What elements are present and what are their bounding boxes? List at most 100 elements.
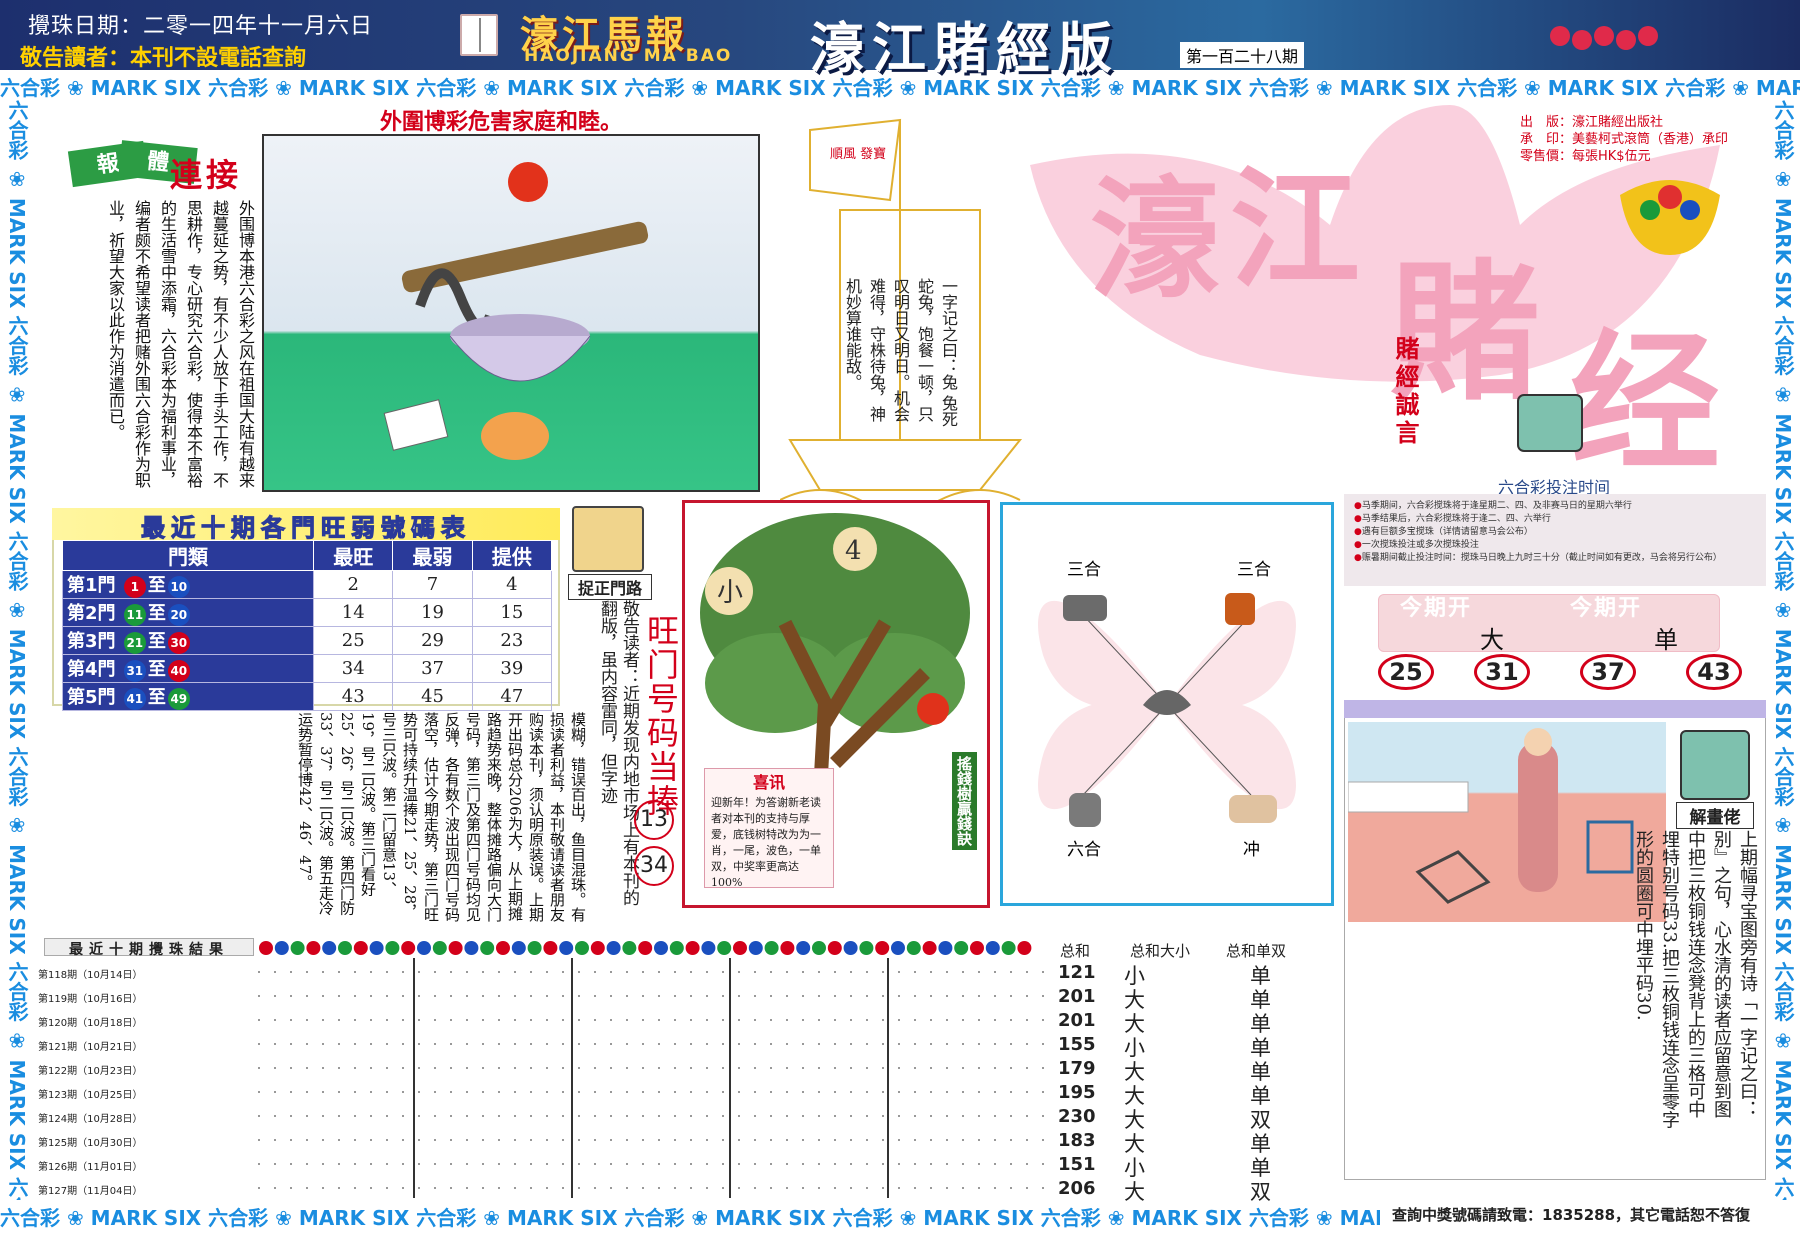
size-value: 大 [1124,1180,1145,1204]
number-ball-icon [590,941,605,955]
table-row: 第1門 1 至 10 2 7 4 [61,570,553,599]
printer-line: 承 印：美藝柯式滾筒（香港）承印 [1520,132,1729,147]
number-ball-icon [796,941,811,955]
gate-cell: 第4門 31 至 40 [61,654,315,683]
number-ball-icon [654,941,668,955]
section-label: 解畫佬 [1676,802,1754,829]
number-ball-icon [733,941,747,955]
hand-icon [572,506,644,572]
hot-numbers-title: 旺门号码当捧 [642,614,680,818]
bet-time-box: 马季期间，六合彩搅珠将于逢星期二、四、及非赛马日的星期六举行 马季结果后，六合彩… [1344,494,1766,586]
rooster-icon [1225,593,1255,625]
tree-char: 小 [717,578,743,608]
number-ball-icon [954,941,969,955]
period-label: 第127期（11月04日） [38,1186,143,1197]
number-ball-icon [274,941,289,955]
tip-number: 25 [1378,654,1434,690]
number-ball-icon [480,941,495,955]
bet-time-line: 马季期间，六合彩搅珠将于逢星期二、四、及非赛马日的星期六举行 [1354,500,1756,513]
number-ball-icon [906,941,921,955]
hot-cell: 34 [313,654,394,683]
number-ball-icon [812,941,826,955]
weak-cell: 29 [392,626,473,655]
number-ball-icon [259,941,273,955]
good-news-title: 喜讯 [752,773,785,792]
number-ball-icon [385,941,400,955]
weak-cell: 7 [392,570,473,599]
book-icon [460,14,498,56]
number-ball-icon [369,941,384,955]
comic-body-text: 外围博本港六合彩之风在祖国大陆有越来越蔓延之势，有不少人放下手头工作，不思耕作，… [106,200,255,488]
gates-table: 門類 最旺 最弱 提供 第1門 1 至 10 2 7 4 第2門 11 至 20 14 19 15 第3… [61,540,553,711]
svg-text:濠: 濠 [1090,163,1220,316]
zodiac-diagram: 三合 三合 六合 冲 [1038,560,1296,860]
svg-text:经: 经 [1570,315,1720,475]
number-ball-icon [322,941,337,955]
column-header: 最旺 [313,540,394,571]
tip-number: 31 [1474,654,1530,690]
hot-number: 13 [634,800,674,840]
tip-number: 37 [1580,654,1636,690]
number-ball-icon [669,941,684,955]
tip-number: 43 [1686,654,1742,690]
zodiac-label: 三合 [1237,560,1271,580]
size-header: 总和大小 [1130,942,1191,960]
number-ball-icon [1017,941,1032,955]
this-period-label: 今期开 [1570,595,1643,621]
number-ball-icon [353,941,368,955]
picture-explanation: 上期幅寻宝图旁有诗「一字记之曰：别』之句，心水清的读者应留意到图中把三枚铜钱连念… [1633,830,1758,1129]
number-ball-icon [432,941,447,955]
gate-cell: 第2門 11 至 20 [61,598,315,627]
this-period-label: 今期开 [1400,595,1473,621]
hot-cell: 25 [313,626,394,655]
number-ball-icon [891,941,905,955]
bet-time-line: 马季结果后，六合彩搅珠将于逢二、四、六举行 [1354,513,1756,526]
sum-value: 206 [1058,1178,1096,1199]
tip-cell: 47 [471,682,553,711]
tip-cell: 15 [471,598,553,627]
number-ball-icon [559,941,574,955]
sum-value: 183 [1058,1130,1096,1151]
parity-value: 双 [1250,1180,1271,1204]
table-row: 第5門 41 至 49 43 45 47 [61,682,553,711]
svg-text:江: 江 [1230,153,1360,306]
issue-number: 第一百二十八期 [1180,42,1305,68]
zodiac-label: 三合 [1067,560,1101,580]
footer-contact: 查詢中獎號碼請致電：1835288，其它電話恕不答復 [1392,1206,1751,1224]
sum-value: 201 [1058,986,1096,1007]
logo-english: HAOJIANG MA BAO [524,46,733,66]
picture-top-band [1344,700,1766,718]
sum-value: 121 [1058,962,1096,983]
gates-table-title: 最近十期各門旺弱號碼表 [52,508,560,543]
bet-time-line: 赈暑期间截止投注时间：搅珠马日晚上九时三十分（截止时间如有更改，马会将另行公布） [1354,552,1756,565]
publisher-line: 出 版：濠江賭經出版社 [1520,115,1664,130]
number-ball-icon [606,941,621,955]
results-title: 最近十期攪珠結果 [44,938,254,958]
number-ball-icon [306,941,321,955]
number-ball-icon [859,941,874,955]
number-ball-icon [1001,941,1016,955]
period-label: 第125期（10月30日） [38,1138,143,1149]
period-label: 第118期（10月14日） [38,970,143,981]
good-news-box: 喜讯 迎新年！为答谢新老读者对本刊的支持与厚爱，底钱树特改为为一肖，一尾，波色，… [704,768,834,889]
gate-cell: 第3門 21 至 30 [61,626,315,655]
number-ball-icon [638,941,653,955]
hand-icon [1517,394,1583,452]
number-ball-icon [922,941,937,955]
this-period-parity: 单 [1654,626,1678,654]
pig-icon [1229,795,1277,823]
number-ball-icon [417,941,431,955]
hand-icon [1680,730,1750,800]
number-ball-icon [875,941,890,955]
this-period-size: 大 [1480,626,1504,654]
period-label: 第126期（11月01日） [38,1162,143,1173]
sail-text: 順風 發寶 [830,146,886,162]
sum-value: 195 [1058,1082,1096,1103]
tip-cell: 23 [471,626,553,655]
number-ball-icon [401,941,416,955]
boat-poem: 一字记之曰：兔 兔死蛇兔，饱餐一顿，只叹明日又明日。机会难得，守株待兔，神机妙算… [843,278,958,428]
tree-char: 4 [845,536,862,566]
number-ball-icon [717,941,732,955]
sum-value: 155 [1058,1034,1096,1055]
number-ball-icon [685,941,700,955]
